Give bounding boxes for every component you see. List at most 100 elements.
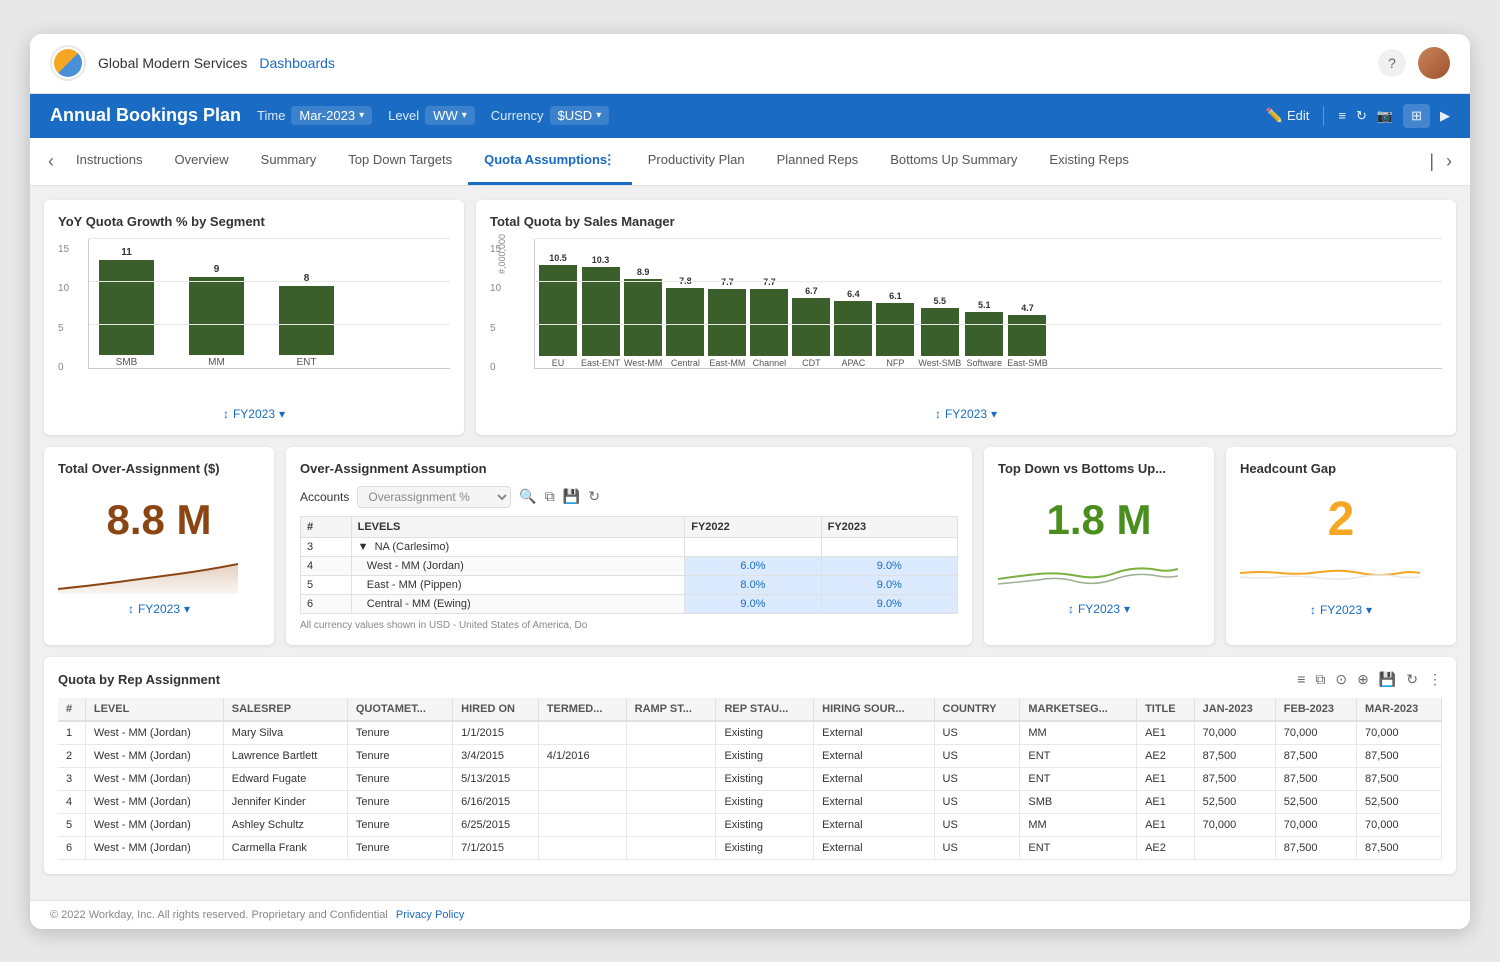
bar-east-mm: 7.7 East-MM [708,277,746,368]
tab-summary[interactable]: Summary [245,138,333,184]
currency-chevron-icon: ▾ [596,110,601,121]
search-icon[interactable]: 🔍 [519,488,536,505]
level-chevron-icon: ▾ [462,110,467,121]
refresh2-icon[interactable]: ↻ [588,488,600,505]
save2-icon[interactable]: 💾 [1379,671,1396,688]
chart2-y-label: #,000,000 [497,233,507,273]
time-filter: Time Mar-2023 ▾ [257,106,372,125]
over-assign-year[interactable]: ↕ FY2023 ▾ [128,602,190,616]
bar-west-smb: 5.5 West-SMB [918,296,961,368]
charts-row-2: Total Over-Assignment ($) 8.8 M [44,447,1456,645]
tab-instructions[interactable]: Instructions [60,138,158,184]
tab-planned-reps[interactable]: Planned Reps [761,138,875,184]
tab-existing-reps[interactable]: Existing Reps [1033,138,1144,184]
dashboards-link[interactable]: Dashboards [259,55,335,71]
table-row: 6 Central - MM (Ewing) 9.0% 9.0% [301,594,958,613]
topdown-title: Top Down vs Bottoms Up... [998,461,1200,476]
tab-next-button[interactable]: › [1440,139,1458,184]
chart1-title: YoY Quota Growth % by Segment [58,214,450,229]
grid-icon[interactable]: ⊞ [1403,104,1430,128]
th-title: TITLE [1137,698,1195,721]
chart1-bars: 11 SMB 9 MM 8 ENT [88,239,450,369]
year3-filter-icon: ↕ [128,602,134,616]
video-icon[interactable]: ▶ [1440,108,1450,124]
table-row: 4 West - MM (Jordan) Jennifer Kinder Ten… [58,790,1442,813]
bar-channel-rect [750,289,788,356]
tab-bottoms-up-summary[interactable]: Bottoms Up Summary [874,138,1033,184]
tab-quota-assumptions[interactable]: Quota Assumptions ⋮ [468,138,632,185]
quota-table-header: Quota by Rep Assignment ≡ ⧉ ⊙ ⊕ 💾 ↻ ⋮ [58,671,1442,688]
assumption-title: Over-Assignment Assumption [300,461,958,476]
level-filter: Level WW ▾ [388,106,475,125]
bar-mm-rect [189,277,244,355]
time-value[interactable]: Mar-2023 ▾ [291,106,372,125]
tab-prev-button[interactable]: ‹ [42,139,60,184]
tab-more-icon[interactable]: | [1423,139,1440,184]
filter2-icon[interactable]: ≡ [1297,671,1305,688]
save-icon[interactable]: 💾 [563,488,580,505]
bar-ent-rect [279,286,334,355]
headcount-mini-chart [1240,555,1442,595]
table-row: 5 East - MM (Pippen) 8.0% 9.0% [301,575,958,594]
bar-smb: 11 SMB [99,247,154,368]
help-icon[interactable]: ? [1378,49,1406,77]
pencil-icon: ✏️ [1266,107,1283,124]
overassignment-dropdown[interactable]: Overassignment % [357,486,511,508]
currency-value[interactable]: $USD ▾ [550,106,610,125]
bar-smb-rect [99,260,154,355]
privacy-policy-link[interactable]: Privacy Policy [396,909,464,921]
topdown-value: 1.8 M [998,496,1200,544]
th-salesrep: SALESREP [223,698,347,721]
level-value[interactable]: WW ▾ [425,106,475,125]
chart1-year-badge[interactable]: ↕ FY2023 ▾ [223,407,285,421]
quota-table-actions: ≡ ⧉ ⊙ ⊕ 💾 ↻ ⋮ [1297,671,1442,688]
expand-icon[interactable]: ⊕ [1357,671,1369,688]
time-chevron-icon: ▾ [359,110,364,121]
camera-icon[interactable]: 📷 [1377,108,1393,124]
col-fy2022: FY2022 [685,516,821,537]
year-chevron-icon: ▾ [279,407,285,421]
tab-productivity-plan[interactable]: Productivity Plan [632,138,761,184]
filter-icon[interactable]: ≡ [1338,108,1346,123]
header-bar: Annual Bookings Plan Time Mar-2023 ▾ Lev… [30,94,1470,138]
th-termed: TERMED... [538,698,626,721]
col-levels: LEVELS [351,516,685,537]
settings-icon[interactable]: ⊙ [1335,671,1347,688]
edit-button[interactable]: ✏️ Edit [1266,107,1310,124]
quota-table-card: Quota by Rep Assignment ≡ ⧉ ⊙ ⊕ 💾 ↻ ⋮ # … [44,657,1456,874]
year5-chevron-icon: ▾ [1366,603,1372,617]
accounts-label: Accounts [300,490,349,504]
topdown-year[interactable]: ↕ FY2023 ▾ [1068,602,1130,616]
tab-options-icon[interactable]: ⋮ [603,152,616,167]
company-name: Global Modern Services [98,55,247,71]
chart2-year-badge[interactable]: ↕ FY2023 ▾ [935,407,997,421]
th-rep-status: REP STAU... [716,698,814,721]
tab-overview[interactable]: Overview [158,138,244,184]
topdown-widget: Top Down vs Bottoms Up... 1.8 M ↕ FY2023… [984,447,1214,645]
th-hiring-source: HIRING SOUR... [814,698,934,721]
oa-footer: All currency values shown in USD - Unite… [300,620,958,631]
year5-filter-icon: ↕ [1310,603,1316,617]
copy2-icon[interactable]: ⧉ [1315,671,1325,688]
copy-icon[interactable]: ⧉ [545,488,555,505]
bar-central: 7.8 Central [666,276,704,368]
bar-east-smb: 4.7 East-SMB [1007,303,1048,368]
more-icon[interactable]: ⋮ [1428,671,1442,688]
workday-logo [50,45,86,81]
refresh3-icon[interactable]: ↻ [1406,671,1418,688]
avatar[interactable] [1418,47,1450,79]
chart1-y-axis: 0 5 10 15 [58,244,83,374]
headcount-year[interactable]: ↕ FY2023 ▾ [1310,603,1372,617]
bar-nfp-rect [876,303,914,356]
refresh-icon[interactable]: ↻ [1356,108,1367,124]
th-mar2023: MAR-2023 [1357,698,1442,721]
table-row: 1 West - MM (Jordan) Mary Silva Tenure 1… [58,721,1442,745]
table-row: 4 West - MM (Jordan) 6.0% 9.0% [301,556,958,575]
year-filter-icon: ↕ [223,407,229,421]
header-actions: ✏️ Edit ≡ ↻ 📷 ⊞ ▶ [1266,104,1450,128]
bar-eu-rect [539,265,577,356]
bar-mm: 9 MM [189,264,244,368]
bar-west-mm: 8.9 West-MM [624,267,662,368]
tab-top-down-targets[interactable]: Top Down Targets [332,138,468,184]
year2-chevron-icon: ▾ [991,407,997,421]
